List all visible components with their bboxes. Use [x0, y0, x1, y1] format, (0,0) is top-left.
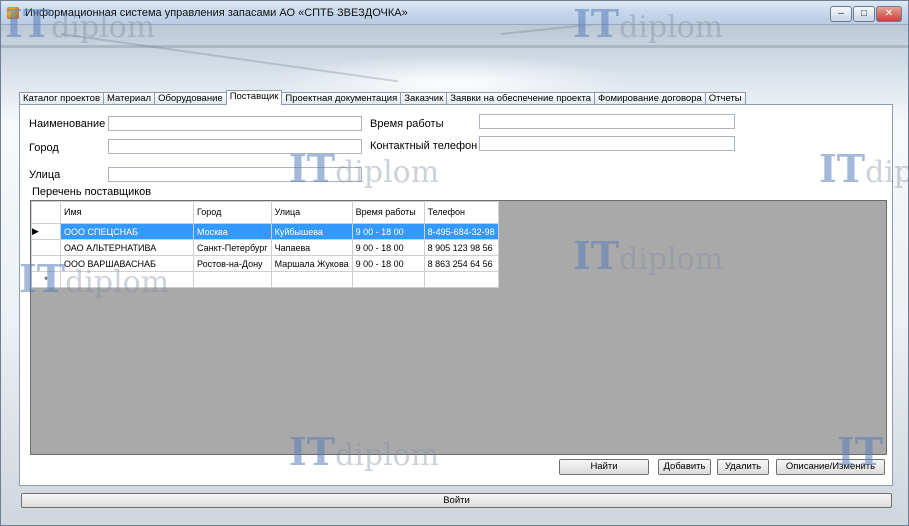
phone-input[interactable]	[479, 136, 735, 151]
street-label: Улица	[29, 169, 61, 181]
column-header-street[interactable]: Улица	[270, 201, 353, 224]
hours-input[interactable]	[479, 114, 735, 129]
name-input[interactable]	[108, 116, 362, 131]
row-header[interactable]	[31, 255, 61, 272]
column-header-phone[interactable]: Телефон	[423, 201, 499, 224]
table-row[interactable]: ООО ВАРШАВАСНАБ Ростов-на-Дону Маршала Ж…	[31, 255, 499, 272]
minimize-button[interactable]: ‒	[830, 6, 852, 22]
row-header[interactable]	[31, 239, 61, 256]
maximize-button[interactable]: □	[853, 6, 875, 22]
cell-street[interactable]: Куйбышева	[270, 223, 353, 240]
phone-label: Контактный телефон	[370, 140, 478, 152]
table-row[interactable]: ОАО АЛЬТЕРНАТИВА Санкт-Петербург Чапаева…	[31, 239, 499, 256]
cell-phone[interactable]: 8 863 254 64 56	[423, 255, 499, 272]
current-row-marker[interactable]: ▶	[31, 223, 61, 240]
column-header-name[interactable]: Имя	[60, 201, 194, 224]
name-label: Наименование	[29, 118, 106, 130]
street-input[interactable]	[108, 167, 362, 182]
column-header-city[interactable]: Город	[193, 201, 272, 224]
cell-hours[interactable]: 9 00 - 18 00	[351, 223, 425, 240]
title-bar: Информационная система управления запаса…	[1, 1, 908, 25]
tab-strip: Каталог проектов Материал Оборудование П…	[19, 90, 746, 105]
find-button[interactable]: Найти	[559, 459, 649, 475]
cell-city[interactable]: Ростов-на-Дону	[193, 255, 272, 272]
cell-city[interactable]: Санкт-Петербург	[193, 239, 272, 256]
window-title: Информационная система управления запаса…	[25, 7, 408, 19]
suppliers-grid[interactable]: Имя Город Улица Время работы Телефон ▶ О…	[30, 200, 887, 455]
cell-city[interactable]	[193, 271, 272, 288]
new-row[interactable]: *	[31, 271, 499, 288]
cell-phone[interactable]	[423, 271, 499, 288]
new-row-marker[interactable]: *	[31, 271, 61, 288]
column-header-hours[interactable]: Время работы	[351, 201, 425, 224]
table-header-row: Имя Город Улица Время работы Телефон	[31, 201, 499, 224]
cell-street[interactable]: Маршала Жукова	[270, 255, 353, 272]
cell-name[interactable]: ООО СПЕЦСНАБ	[60, 223, 194, 240]
app-window: Информационная система управления запаса…	[0, 0, 909, 526]
cell-name[interactable]	[60, 271, 194, 288]
login-button[interactable]: Войти	[21, 493, 892, 508]
close-button[interactable]: ✕	[876, 6, 902, 22]
cell-hours[interactable]: 9 00 - 18 00	[351, 255, 425, 272]
supplier-panel: Наименование Город Улица Время работы Ко…	[19, 104, 893, 486]
cell-street[interactable]	[270, 271, 353, 288]
app-icon	[7, 7, 19, 19]
cell-name[interactable]: ООО ВАРШАВАСНАБ	[60, 255, 194, 272]
table-row[interactable]: ▶ ООО СПЕЦСНАБ Москва Куйбышева 9 00 - 1…	[31, 223, 499, 240]
cell-phone[interactable]: 8-495-684-32-98	[423, 223, 499, 240]
row-header-corner	[31, 201, 61, 224]
cell-city[interactable]: Москва	[193, 223, 272, 240]
city-label: Город	[29, 142, 59, 154]
cell-phone[interactable]: 8 905 123 98 56	[423, 239, 499, 256]
supplier-list-title: Перечень поставщиков	[32, 186, 152, 198]
add-button[interactable]: Добавить	[658, 459, 711, 475]
hours-label: Время работы	[370, 118, 444, 130]
suppliers-table: Имя Город Улица Время работы Телефон ▶ О…	[31, 201, 499, 288]
cell-hours[interactable]	[351, 271, 425, 288]
cell-hours[interactable]: 9 00 - 18 00	[351, 239, 425, 256]
delete-button[interactable]: Удалить	[717, 459, 769, 475]
tab-supplier[interactable]: Поставщик	[225, 90, 283, 105]
cell-name[interactable]: ОАО АЛЬТЕРНАТИВА	[60, 239, 194, 256]
describe-edit-button[interactable]: Описание/Изменить	[776, 459, 885, 475]
city-input[interactable]	[108, 139, 362, 154]
cell-street[interactable]: Чапаева	[270, 239, 353, 256]
